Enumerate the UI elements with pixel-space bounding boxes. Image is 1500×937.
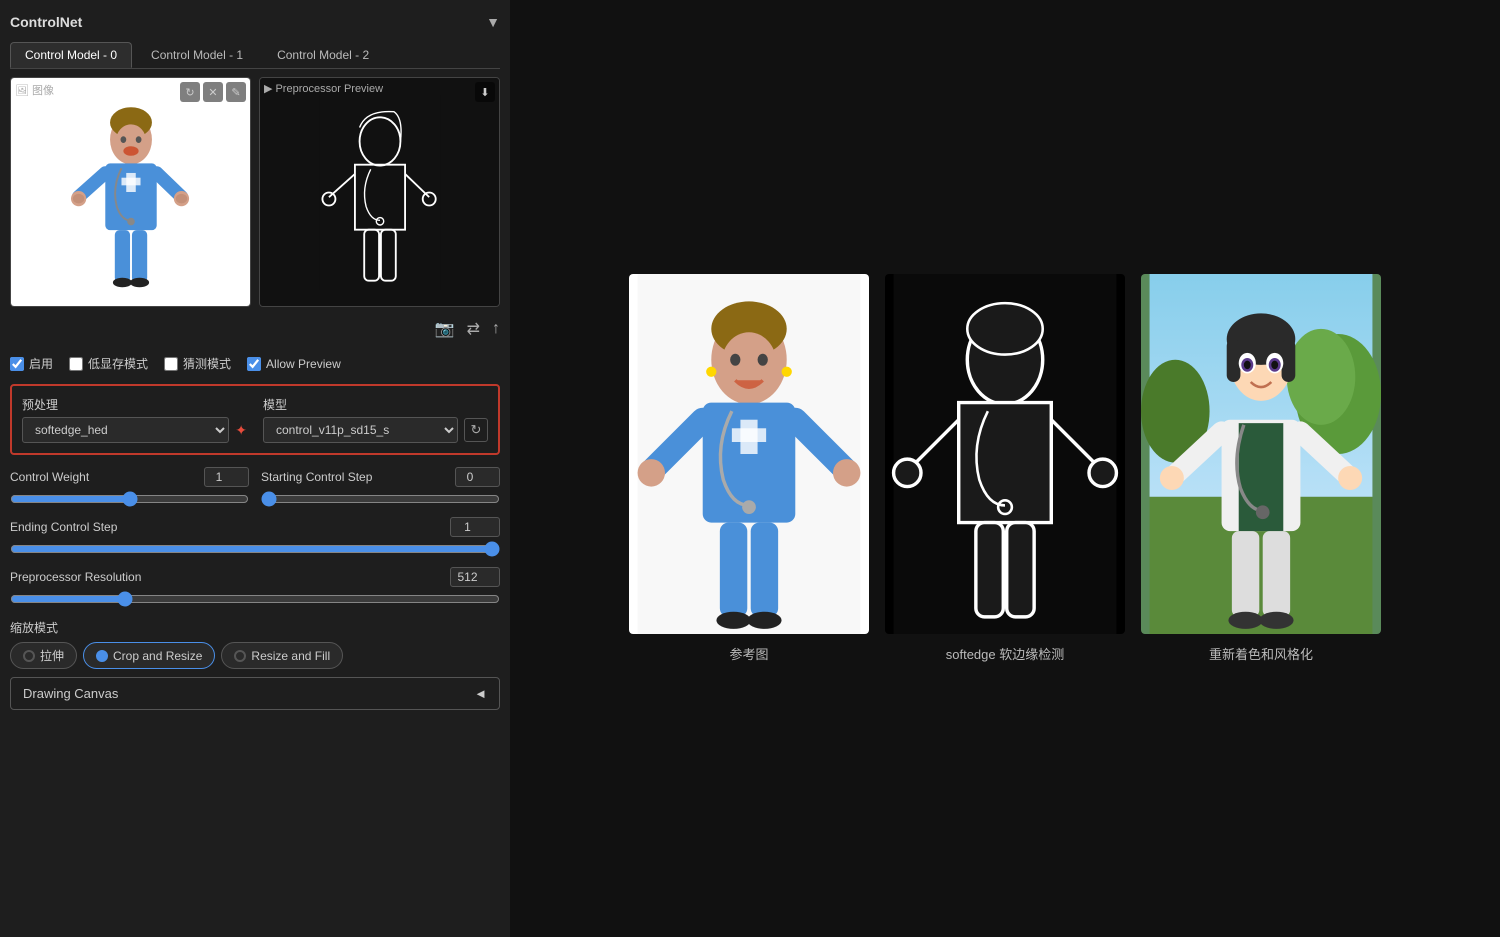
preview-icon: ▶ <box>264 82 272 95</box>
refresh-model-btn[interactable]: ↻ <box>464 418 488 442</box>
scale-resize-fill-btn[interactable]: Resize and Fill <box>221 642 343 669</box>
camera-btn[interactable]: 📷 <box>435 319 455 339</box>
preprocessor-res-label: Preprocessor Resolution <box>10 570 141 584</box>
anime-image-label: 重新着色和风格化 <box>1209 644 1313 663</box>
resize-fill-radio <box>234 650 246 662</box>
panel-title: ControlNet <box>10 14 82 30</box>
low-vram-checkbox[interactable]: 低显存模式 <box>69 355 148 372</box>
action-buttons-row: 📷 ⇄ ↑ <box>10 315 500 343</box>
dual-slider-row: Control Weight Starting Control Step <box>10 467 500 507</box>
edge-nurse-svg <box>885 274 1125 634</box>
close-image-btn[interactable]: ✕ <box>203 82 223 102</box>
control-weight-label: Control Weight <box>10 470 89 484</box>
drawing-canvas-arrow: ◄ <box>474 686 487 701</box>
stretch-label: 拉伸 <box>40 647 64 664</box>
tab-model-0[interactable]: Control Model - 0 <box>10 42 132 68</box>
edit-image-btn[interactable]: ✎ <box>226 82 246 102</box>
edge-image <box>885 274 1125 634</box>
edge-image-label: softedge 软边缘检测 <box>946 644 1065 663</box>
reference-nurse-svg <box>629 274 869 634</box>
tab-model-1[interactable]: Control Model - 1 <box>136 42 258 68</box>
panel-header: ControlNet ▼ <box>10 10 500 34</box>
nurse-image-svg <box>66 92 196 292</box>
preprocessor-label: 预处理 <box>22 396 247 413</box>
source-image-content <box>11 78 250 306</box>
starting-step-value[interactable] <box>455 467 500 487</box>
starting-step-header: Starting Control Step <box>261 467 500 487</box>
image-icon: 🖼 <box>15 84 29 97</box>
control-weight-value[interactable] <box>204 467 249 487</box>
tabs-row: Control Model - 0 Control Model - 1 Cont… <box>10 42 500 69</box>
result-images-display: 参考图 <box>629 274 1381 663</box>
preprocessor-res-range[interactable] <box>10 591 500 607</box>
edge-image-container: softedge 软边缘检测 <box>885 274 1125 663</box>
left-panel: ControlNet ▼ Control Model - 0 Control M… <box>0 0 510 937</box>
starting-step-label: Starting Control Step <box>261 470 372 484</box>
drawing-canvas-label: Drawing Canvas <box>23 686 118 701</box>
tab-model-2[interactable]: Control Model - 2 <box>262 42 384 68</box>
model-selection-row: 预处理 softedge_hed ✦ 模型 control_v11p_sd15_… <box>22 396 488 443</box>
preview-image-content <box>260 78 499 306</box>
preprocessor-res-header: Preprocessor Resolution <box>10 567 500 587</box>
model-selection-area: 预处理 softedge_hed ✦ 模型 control_v11p_sd15_… <box>10 384 500 455</box>
ending-step-label: Ending Control Step <box>10 520 117 534</box>
image-upload-row: 🖼 图像 ↻ ✕ ✎ <box>10 77 500 307</box>
right-panel: 参考图 <box>510 0 1500 937</box>
model-column: 模型 control_v11p_sd15_s ↻ <box>263 396 488 443</box>
edge-image-svg <box>300 95 460 290</box>
reference-image <box>629 274 869 634</box>
control-weight-range[interactable] <box>10 491 249 507</box>
sliders-section: Control Weight Starting Control Step End… <box>10 463 500 611</box>
preview-image-box: ▶ Preprocessor Preview ⬇ <box>259 77 500 307</box>
stretch-radio <box>23 650 35 662</box>
reference-image-container: 参考图 <box>629 274 869 663</box>
control-weight-slider: Control Weight <box>10 467 249 507</box>
scale-mode-buttons: 拉伸 Crop and Resize Resize and Fill <box>10 642 500 669</box>
crop-resize-label: Crop and Resize <box>113 649 202 663</box>
panel-collapse-arrow[interactable]: ▼ <box>486 14 500 30</box>
anime-image <box>1141 274 1381 634</box>
guess-mode-checkbox[interactable]: 猜测模式 <box>164 355 231 372</box>
control-weight-header: Control Weight <box>10 467 249 487</box>
preprocessor-select[interactable]: softedge_hed <box>22 417 229 443</box>
options-checkboxes: 启用 低显存模式 猜测模式 Allow Preview <box>10 351 500 376</box>
scale-crop-resize-btn[interactable]: Crop and Resize <box>83 642 215 669</box>
source-image-label: 🖼 图像 <box>15 82 54 98</box>
scale-mode-label: 缩放模式 <box>10 619 500 636</box>
swap-btn[interactable]: ⇄ <box>467 319 480 339</box>
up-btn[interactable]: ↑ <box>492 319 500 339</box>
crop-resize-radio <box>96 650 108 662</box>
starting-step-range[interactable] <box>261 491 500 507</box>
preprocessor-column: 预处理 softedge_hed ✦ <box>22 396 247 443</box>
preprocessor-res-value[interactable] <box>450 567 500 587</box>
ending-step-value[interactable] <box>450 517 500 537</box>
ending-step-header: Ending Control Step <box>10 517 500 537</box>
star-icon: ✦ <box>235 422 247 439</box>
source-image-controls: ↻ ✕ ✎ <box>180 82 246 102</box>
starting-step-slider: Starting Control Step <box>261 467 500 507</box>
model-select-row: control_v11p_sd15_s ↻ <box>263 417 488 443</box>
refresh-image-btn[interactable]: ↻ <box>180 82 200 102</box>
source-image-box[interactable]: 🖼 图像 ↻ ✕ ✎ <box>10 77 251 307</box>
model-select[interactable]: control_v11p_sd15_s <box>263 417 458 443</box>
ending-step-slider: Ending Control Step <box>10 517 500 557</box>
ending-step-range[interactable] <box>10 541 500 557</box>
model-label: 模型 <box>263 396 488 413</box>
preprocessor-select-row: softedge_hed ✦ <box>22 417 247 443</box>
anime-nurse-svg <box>1141 274 1381 634</box>
scale-mode-section: 缩放模式 拉伸 Crop and Resize Resize and Fill <box>10 619 500 669</box>
preprocessor-res-slider: Preprocessor Resolution <box>10 567 500 607</box>
preview-image-controls: ⬇ <box>475 82 495 102</box>
reference-image-label: 参考图 <box>729 644 768 663</box>
preview-image-label: ▶ Preprocessor Preview <box>264 82 383 95</box>
anime-image-container: 重新着色和风格化 <box>1141 274 1381 663</box>
drawing-canvas-row[interactable]: Drawing Canvas ◄ <box>10 677 500 710</box>
enable-checkbox[interactable]: 启用 <box>10 355 53 372</box>
scale-stretch-btn[interactable]: 拉伸 <box>10 642 77 669</box>
resize-fill-label: Resize and Fill <box>251 649 330 663</box>
allow-preview-checkbox[interactable]: Allow Preview <box>247 357 341 371</box>
download-preview-btn[interactable]: ⬇ <box>475 82 495 102</box>
